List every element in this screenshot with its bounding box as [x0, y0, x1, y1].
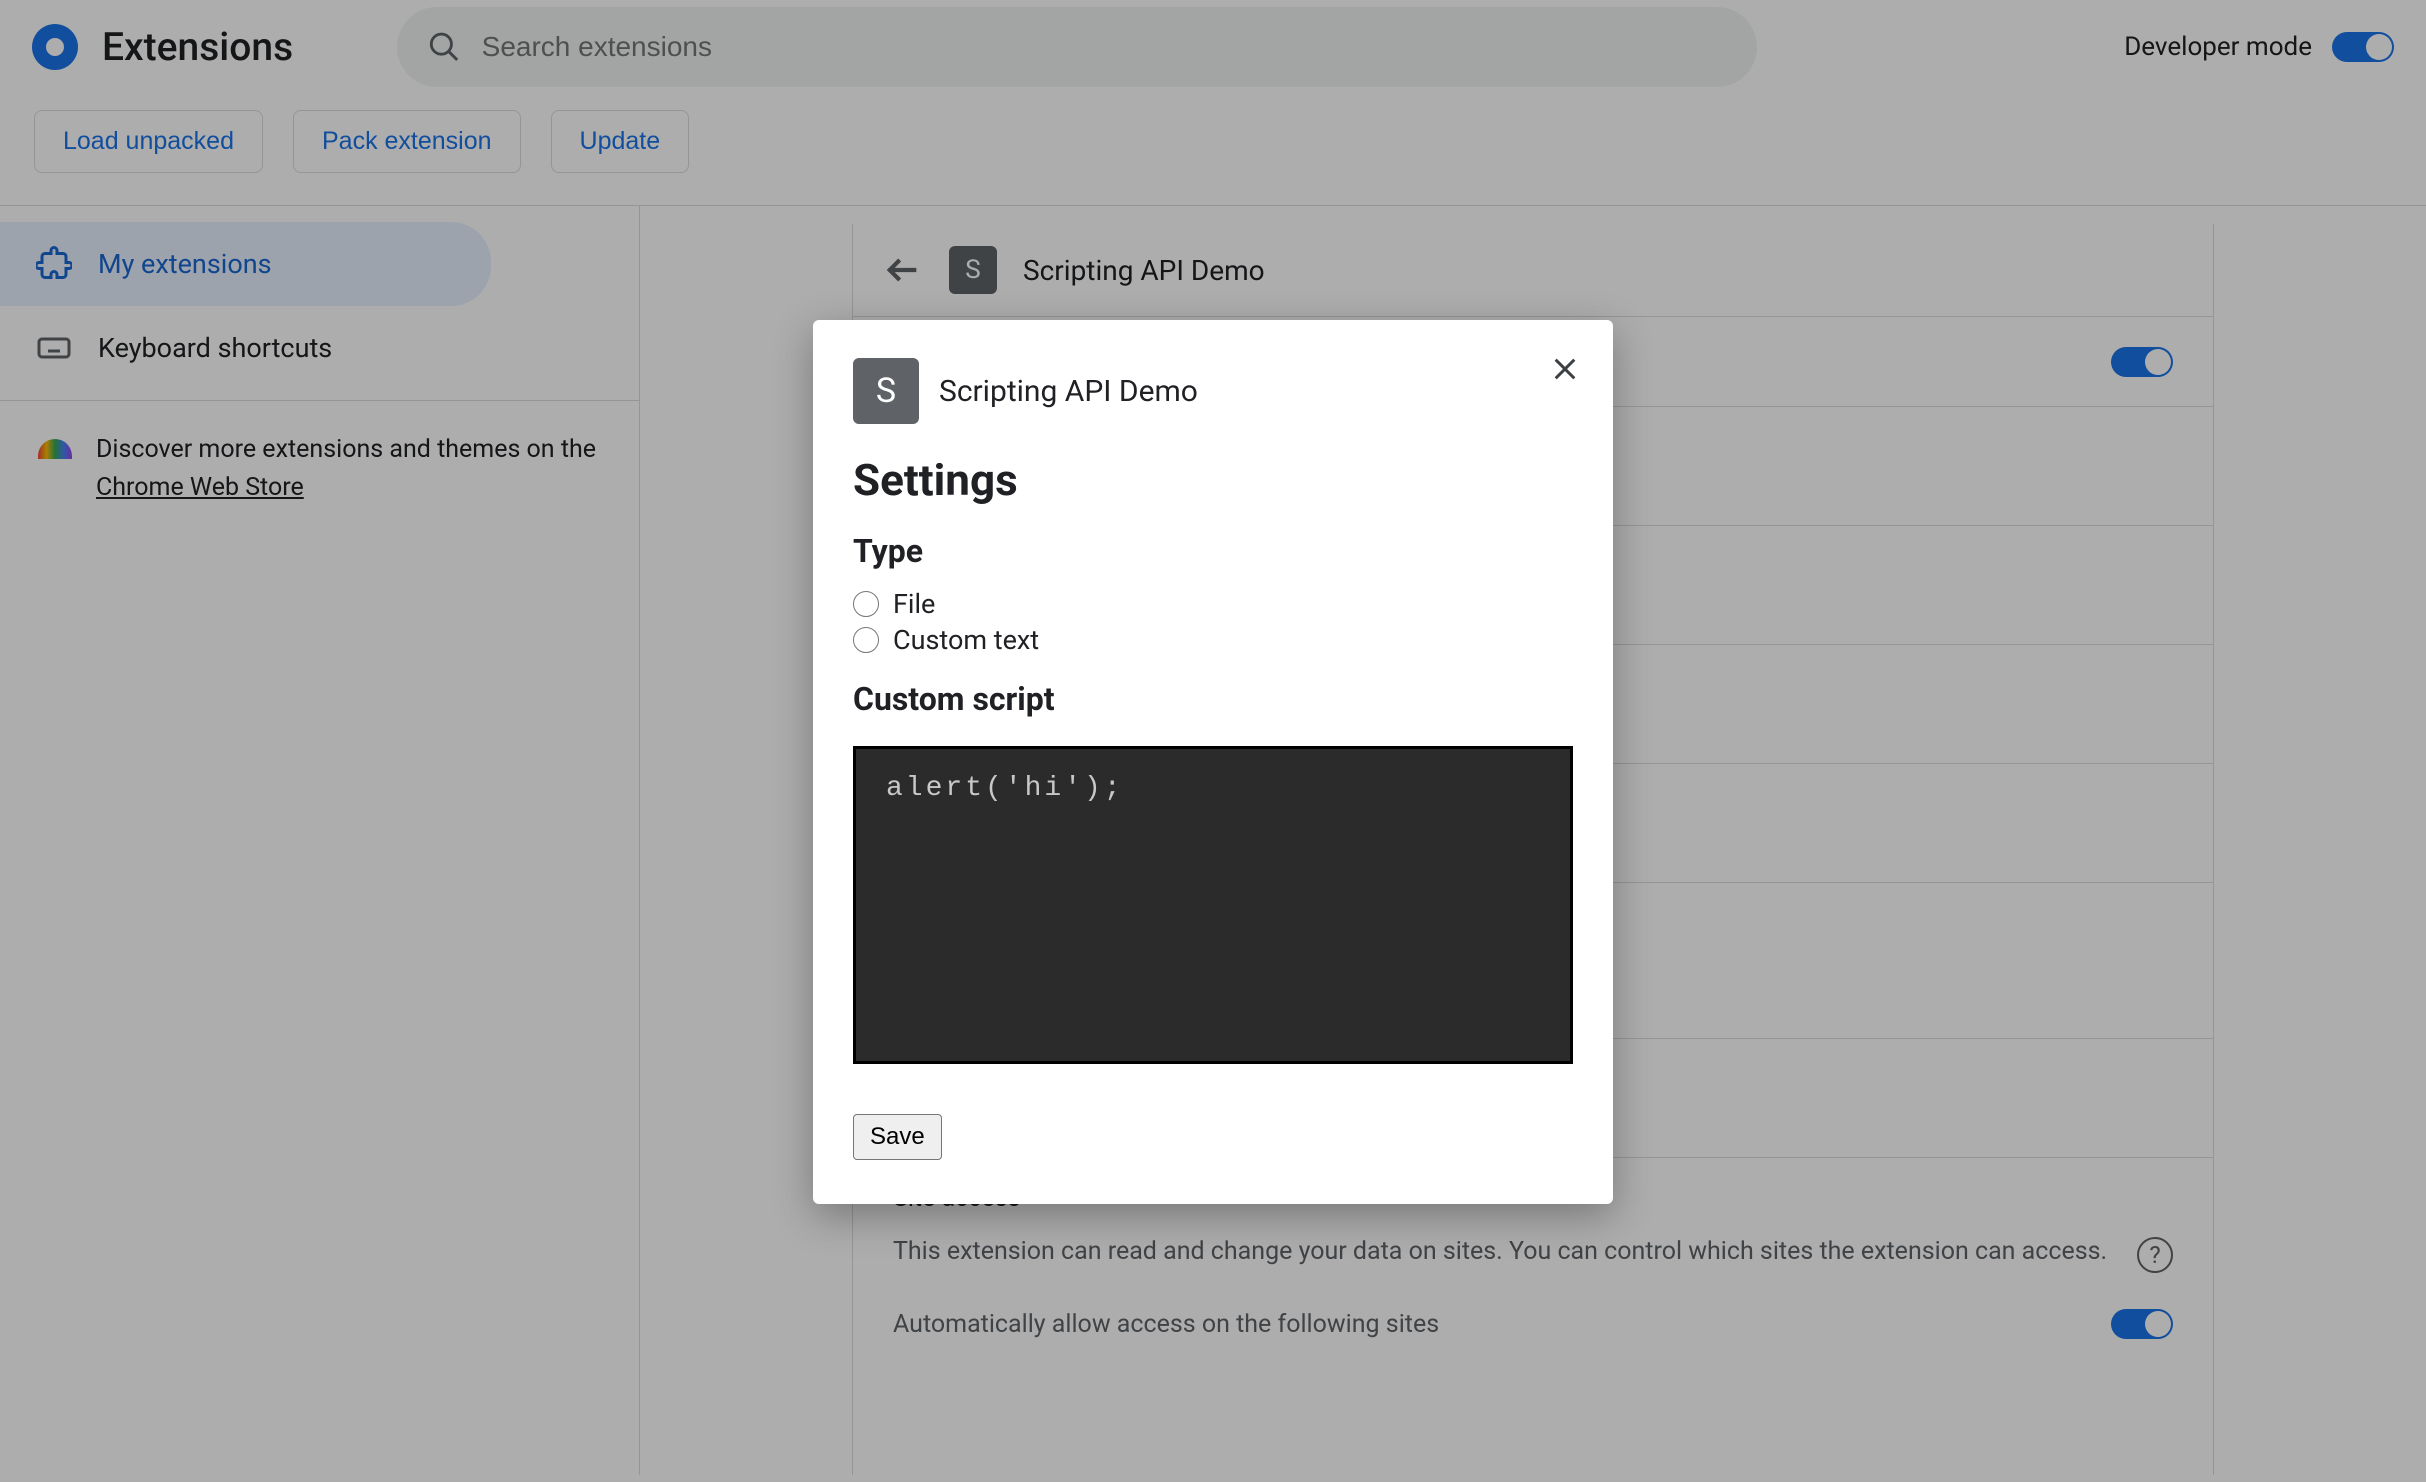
radio-file-row[interactable]: File	[853, 588, 1573, 620]
type-heading: Type	[853, 532, 1573, 570]
close-icon	[1551, 355, 1579, 383]
radio-custom-row[interactable]: Custom text	[853, 624, 1573, 656]
custom-script-textarea[interactable]	[853, 746, 1573, 1064]
radio-custom-text[interactable]	[853, 627, 879, 653]
close-button[interactable]	[1551, 352, 1579, 390]
radio-file-label: File	[893, 588, 935, 620]
save-button[interactable]: Save	[853, 1114, 942, 1160]
modal-extension-title: Scripting API Demo	[939, 374, 1198, 409]
modal-overlay[interactable]: S Scripting API Demo Settings Type File …	[0, 0, 2426, 1482]
modal-header: S Scripting API Demo	[853, 358, 1573, 424]
modal-extension-badge: S	[853, 358, 919, 424]
settings-modal: S Scripting API Demo Settings Type File …	[813, 320, 1613, 1204]
settings-heading: Settings	[853, 454, 1573, 506]
custom-script-heading: Custom script	[853, 680, 1573, 718]
radio-file[interactable]	[853, 591, 879, 617]
radio-custom-label: Custom text	[893, 624, 1039, 656]
